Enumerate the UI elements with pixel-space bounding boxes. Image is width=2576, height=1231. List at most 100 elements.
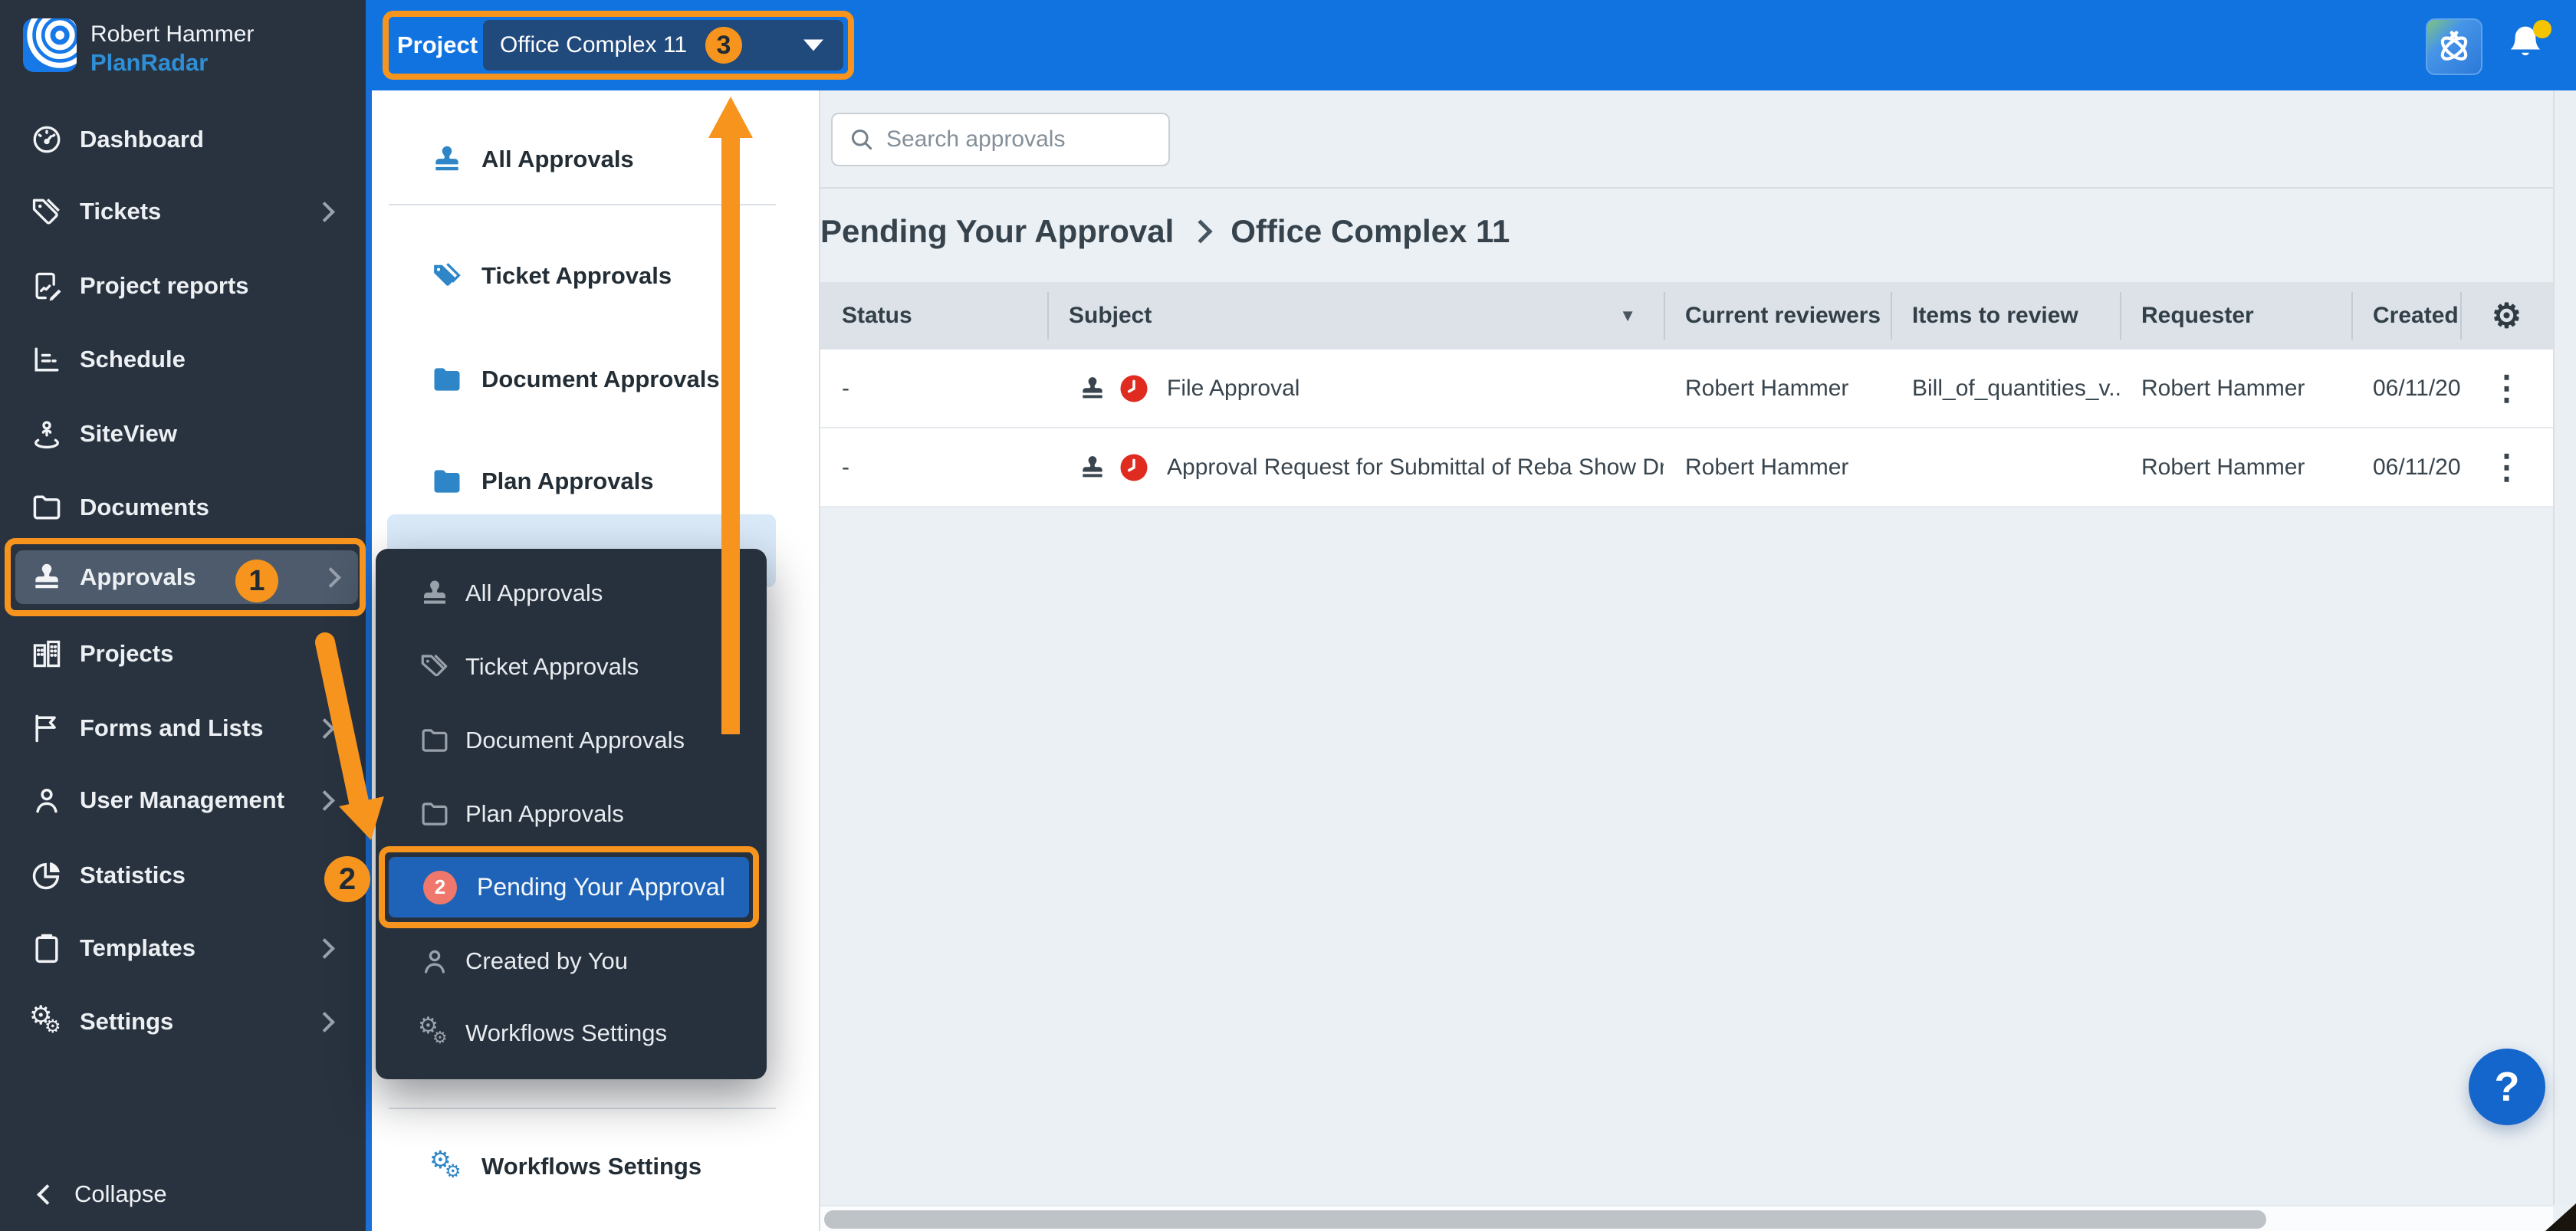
panel-item-label: Ticket Approvals — [481, 262, 672, 290]
sidebar-item-label: Approvals — [80, 563, 196, 591]
menu-item-plan-approvals[interactable]: Plan Approvals — [376, 780, 767, 848]
help-button[interactable]: ? — [2469, 1049, 2545, 1125]
approvals-flyout-menu: All Approvals Ticket Approvals Document … — [376, 549, 767, 1079]
clipboard-icon — [29, 931, 64, 966]
pie-chart-icon — [29, 858, 64, 893]
stamp-icon — [1078, 453, 1107, 482]
column-header-current-reviewers[interactable]: Current reviewers — [1664, 282, 1891, 350]
column-header-created-on[interactable]: Created on — [2351, 282, 2460, 350]
menu-item-document-approvals[interactable]: Document Approvals — [376, 707, 767, 774]
folder-icon — [429, 362, 465, 397]
project-selector[interactable]: Office Complex 11 — [483, 20, 843, 71]
horizontal-scrollbar[interactable] — [820, 1205, 2553, 1231]
tags-icon — [418, 650, 452, 684]
sidebar-item-dashboard[interactable]: Dashboard — [0, 103, 366, 176]
step-number: 3 — [717, 31, 731, 61]
sidebar-item-label: Statistics — [80, 862, 186, 889]
search-input[interactable]: Search approvals — [831, 113, 1170, 166]
subject-text[interactable]: File Approval — [1167, 376, 1300, 402]
table-row[interactable]: - Approval Request for Submittal of Reba… — [820, 428, 2553, 507]
sort-caret-icon[interactable]: ▼ — [1619, 306, 1636, 326]
search-placeholder: Search approvals — [886, 126, 1065, 153]
menu-item-pending-your-approval[interactable]: 2 Pending Your Approval — [389, 857, 749, 918]
chevron-right-icon — [314, 938, 335, 959]
planradar-logo — [23, 18, 77, 72]
app-header: Project Office Complex 11 — [0, 0, 2576, 90]
table-settings-button[interactable]: ⚙ — [2460, 282, 2553, 350]
horizontal-scrollbar-thumb[interactable] — [824, 1210, 2266, 1229]
sidebar-item-forms-and-lists[interactable]: Forms and Lists — [0, 691, 366, 765]
sidebar-item-statistics[interactable]: Statistics — [0, 839, 366, 912]
sidebar-item-label: Dashboard — [80, 126, 204, 153]
sidebar-item-settings[interactable]: ⚙ ⚙ Settings — [0, 985, 366, 1059]
chevron-right-icon — [314, 718, 335, 739]
sidebar-item-schedule[interactable]: Schedule — [0, 323, 366, 396]
gear-icon: ⚙ — [2492, 297, 2522, 336]
row-menu-button[interactable]: ⋮ — [2460, 350, 2553, 427]
column-header-requester[interactable]: Requester — [2120, 282, 2351, 350]
kebab-icon: ⋮ — [2490, 448, 2524, 487]
gears-icon: ⚙ ⚙ — [418, 1016, 452, 1050]
panel-item-label: Document Approvals — [481, 366, 720, 393]
menu-item-created-by-you[interactable]: Created by You — [376, 927, 767, 995]
sidebar-item-label: Documents — [80, 494, 209, 521]
menu-item-label: Pending Your Approval — [477, 873, 725, 901]
stamp-icon — [1078, 374, 1107, 403]
sidebar-item-tickets[interactable]: Tickets — [0, 175, 366, 248]
row-menu-button[interactable]: ⋮ — [2460, 428, 2553, 506]
sidebar-item-label: Tickets — [80, 198, 161, 225]
notifications-button[interactable] — [2501, 18, 2556, 74]
main-sidebar: Robert Hammer PlanRadar Dashboard Ticket… — [0, 0, 366, 1231]
menu-item-all-approvals[interactable]: All Approvals — [376, 560, 767, 627]
cell-items-to-review — [1891, 428, 2120, 506]
connect-apps-button[interactable] — [2426, 18, 2482, 75]
cell-created-on: 06/11/202 — [2351, 428, 2460, 506]
panel-item-plan-approvals[interactable]: Plan Approvals — [372, 451, 801, 512]
column-header-items-to-review[interactable]: Items to review — [1891, 282, 2120, 350]
sidebar-edge-accent — [366, 90, 372, 1231]
panel-item-ticket-approvals[interactable]: Ticket Approvals — [372, 245, 801, 307]
sidebar-item-label: Schedule — [80, 346, 186, 373]
tag-icon — [29, 194, 64, 229]
collapse-label: Collapse — [74, 1180, 167, 1208]
approvals-table: Status Subject ▼ Current reviewers Items… — [820, 282, 2553, 507]
chevron-left-icon — [37, 1184, 58, 1205]
column-header-subject[interactable]: Subject ▼ — [1047, 282, 1664, 350]
sidebar-item-approvals[interactable]: Approvals — [15, 550, 358, 604]
menu-item-workflows-settings[interactable]: ⚙ ⚙ Workflows Settings — [376, 1000, 767, 1067]
column-header-status[interactable]: Status — [820, 282, 1047, 350]
main-content — [820, 90, 2576, 1231]
panel-item-workflows-settings[interactable]: ⚙ ⚙ Workflows Settings — [372, 1136, 801, 1197]
cell-subject: Approval Request for Submittal of Reba S… — [1047, 428, 1664, 506]
folder-icon — [418, 724, 452, 757]
menu-item-label: Workflows Settings — [465, 1019, 667, 1047]
sidebar-item-templates[interactable]: Templates — [0, 911, 366, 985]
person-icon — [418, 944, 452, 978]
sidebar-item-projects[interactable]: Projects — [0, 617, 366, 691]
person-icon — [29, 783, 64, 818]
menu-item-label: Ticket Approvals — [465, 653, 639, 681]
panel-item-document-approvals[interactable]: Document Approvals — [372, 349, 801, 410]
panel-item-all-approvals[interactable]: All Approvals — [372, 129, 801, 190]
notification-dot — [2533, 20, 2551, 38]
panel-divider — [389, 204, 776, 205]
sidebar-collapse-button[interactable]: Collapse — [0, 1157, 366, 1231]
sidebar-item-siteview[interactable]: SiteView — [0, 397, 366, 471]
sidebar-item-project-reports[interactable]: Project reports — [0, 249, 366, 323]
cell-created-on: 06/11/202 — [2351, 350, 2460, 427]
sidebar-item-label: Forms and Lists — [80, 714, 263, 742]
step-number: 2 — [339, 862, 356, 897]
vertical-scrollbar-gutter[interactable] — [2553, 90, 2576, 1205]
folder-icon — [418, 797, 452, 831]
sidebar-item-user-management[interactable]: User Management — [0, 763, 366, 837]
sidebar-item-label: SiteView — [80, 420, 177, 448]
menu-item-label: Document Approvals — [465, 727, 685, 754]
chevron-down-icon — [803, 40, 823, 51]
step-number: 1 — [248, 565, 264, 598]
cell-subject: File Approval — [1047, 350, 1664, 427]
table-row[interactable]: - File Approval Robert Hammer Bill_of_qu… — [820, 350, 2553, 428]
sidebar-item-documents[interactable]: Documents — [0, 471, 366, 544]
menu-item-ticket-approvals[interactable]: Ticket Approvals — [376, 633, 767, 701]
flag-icon — [29, 711, 64, 746]
subject-text[interactable]: Approval Request for Submittal of Reba S… — [1167, 455, 1664, 481]
